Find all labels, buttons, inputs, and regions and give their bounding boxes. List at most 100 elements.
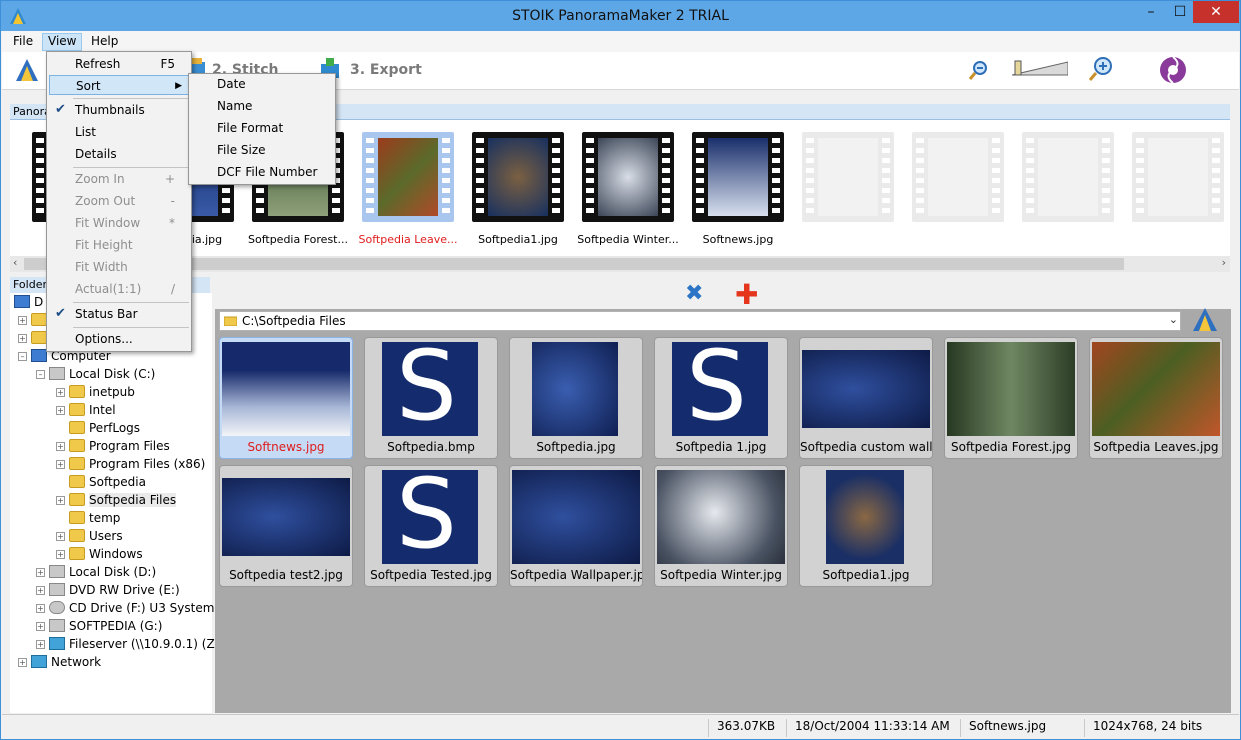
tree-node-fileserver[interactable]: + Fileserver (\\10.9.0.1) (Z:) [36,637,223,655]
thumbnail-item[interactable]: Softpedia1.jpg [799,465,933,587]
menu-view[interactable]: View [42,33,83,51]
menu-item-actual-size[interactable]: Actual(1:1) / [49,279,189,299]
tree-node-dvd[interactable]: + DVD RW Drive (E:) [36,583,180,601]
menu-item-zoom-in[interactable]: Zoom In + [49,169,189,189]
sort-by-size[interactable]: File Size [191,140,335,160]
chevron-right-icon: ▶ [175,81,182,91]
computer-icon [31,349,47,362]
status-bar: 363.07KB 18/Oct/2004 11:33:14 AM Softnew… [2,714,1239,739]
thumbnail-item-selected[interactable]: Softnews.jpg [219,337,353,459]
tree-node-cd[interactable]: + CD Drive (F:) U3 System [36,601,214,619]
menu-item-details[interactable]: Details [49,144,189,164]
sort-by-format[interactable]: File Format [191,118,335,138]
sort-by-name[interactable]: Name [191,96,335,116]
view-menu-dropdown: Refresh F5 Sort ▶ ✔ Thumbnails List Details… [46,51,192,352]
thumbnail-item[interactable]: S Softpedia Tested.jpg [364,458,498,587]
menu-help[interactable]: Help [85,33,124,51]
strip-empty-frame [912,132,1004,222]
strip-frame[interactable] [692,132,784,222]
folder-icon [69,511,85,524]
dvd-icon [49,583,65,596]
menu-item-status-bar[interactable]: ✔ Status Bar [49,304,189,324]
app-window: STOIK PanoramaMaker 2 TRIAL – ☐ ✕ File V… [0,0,1241,740]
zoom-in-icon[interactable] [1088,56,1114,82]
folder-icon [224,316,237,326]
menu-item-list[interactable]: List [49,122,189,142]
thumbnail-item[interactable]: Softpedia test2.jpg [219,465,353,587]
folder-icon [31,331,47,344]
folder-icon [69,457,85,470]
open-icon[interactable] [14,57,40,83]
up-folder-icon[interactable] [1191,307,1219,333]
add-icon[interactable]: ✚ [735,278,758,311]
menu-bar: File View Help [2,31,1239,52]
scroll-left-icon[interactable]: ‹ [13,256,17,269]
strip-scrollbar[interactable]: ‹ › [10,256,1230,272]
tree-node-folder[interactable]: + Users [56,529,123,547]
title-bar: STOIK PanoramaMaker 2 TRIAL – ☐ ✕ [1,1,1240,31]
menu-item-fit-window[interactable]: Fit Window * [49,213,189,233]
tree-node-local-d[interactable]: + Local Disk (D:) [36,565,156,583]
thumbnail-item[interactable]: Softpedia Winter.jpg [654,465,788,587]
network-icon [31,655,47,668]
tree-node-folder[interactable]: + Intel [56,403,116,421]
tree-node-folder-selected[interactable]: + Softpedia Files [56,493,177,511]
thumbnail-item[interactable]: S Softpedia.bmp [364,330,498,459]
tree-node-desktop[interactable]: D [14,295,43,313]
maximize-button[interactable]: ☐ [1165,1,1195,23]
chevron-down-icon[interactable]: ⌄ [1169,313,1178,326]
tree-node-folder[interactable]: + Program Files (x86) [56,457,205,475]
tree-node-folder[interactable]: PerfLogs [56,421,140,439]
menu-item-fit-height[interactable]: Fit Height [49,235,189,255]
thumbnail-item[interactable]: Softpedia custom wallp... [799,337,933,459]
tree-node-folder[interactable]: Softpedia [56,475,146,493]
tree-node-folder[interactable]: + Windows [56,547,143,565]
export-step-button[interactable]: 3. Export [350,62,422,78]
strip-frame[interactable] [472,132,564,222]
network-drive-icon [49,637,65,650]
menu-item-zoom-out[interactable]: Zoom Out - [49,191,189,211]
logo-icon[interactable] [1158,55,1188,85]
tree-node-folder[interactable]: temp [56,511,120,529]
sort-by-dcf[interactable]: DCF File Number [191,162,335,182]
strip-frame-selected[interactable] [362,132,454,222]
path-combobox[interactable]: C:\Softpedia Files ⌄ [219,311,1181,331]
menu-item-fit-width[interactable]: Fit Width [49,257,189,277]
thumbnail-item[interactable]: Softpedia Forest.jpg [944,337,1078,459]
zoom-out-icon[interactable] [968,59,990,81]
tree-node-folder[interactable]: + Program Files [56,439,170,457]
folder-icon [69,439,85,452]
usb-drive-icon [49,619,65,632]
minimize-button[interactable]: – [1136,1,1166,23]
strip-frame[interactable] [582,132,674,222]
disk-icon [49,367,65,380]
menu-item-sort[interactable]: Sort ▶ [49,75,189,95]
tree-node-network[interactable]: + Network [18,655,101,673]
tree-node-folder[interactable]: + inetpub [56,385,135,403]
folder-icon [69,547,85,560]
thumbnail-item[interactable]: Softpedia.jpg [509,337,643,459]
tree-node-usb[interactable]: + SOFTPEDIA (G:) [36,619,162,637]
strip-label: Softpedia1.jpg [478,233,558,246]
folder-icon [31,313,47,326]
menu-file[interactable]: File [7,33,39,51]
strip-empty-frame [1022,132,1114,222]
thumbnail-item[interactable]: Softpedia Leaves.jpg [1089,337,1223,459]
folder-tree: D + + – Computer – Local Disk (C:) + inetpu… [10,293,223,713]
menu-item-thumbnails[interactable]: ✔ Thumbnails [49,100,189,120]
tree-node-local-c[interactable]: – Local Disk (C:) [36,367,155,385]
close-button[interactable]: ✕ [1193,1,1239,23]
scroll-right-icon[interactable]: › [1222,256,1226,269]
remove-icon[interactable]: ✖ [685,281,703,306]
strip-empty-frame [1132,132,1224,222]
status-file-name: Softnews.jpg [960,719,1046,737]
sort-by-date[interactable]: Date [191,74,335,94]
thumbnail-item[interactable]: S Softpedia 1.jpg [654,330,788,459]
menu-item-options[interactable]: Options... [49,329,189,349]
folder-icon [69,421,85,434]
strip-label: Softnews.jpg [702,233,774,246]
thumbnail-item[interactable]: Softpedia Wallpaper.jpg [509,465,643,587]
menu-item-refresh[interactable]: Refresh F5 [49,54,189,74]
zoom-slider[interactable] [1012,60,1068,76]
sort-submenu: Date Name File Format File Size DCF File… [188,73,336,185]
